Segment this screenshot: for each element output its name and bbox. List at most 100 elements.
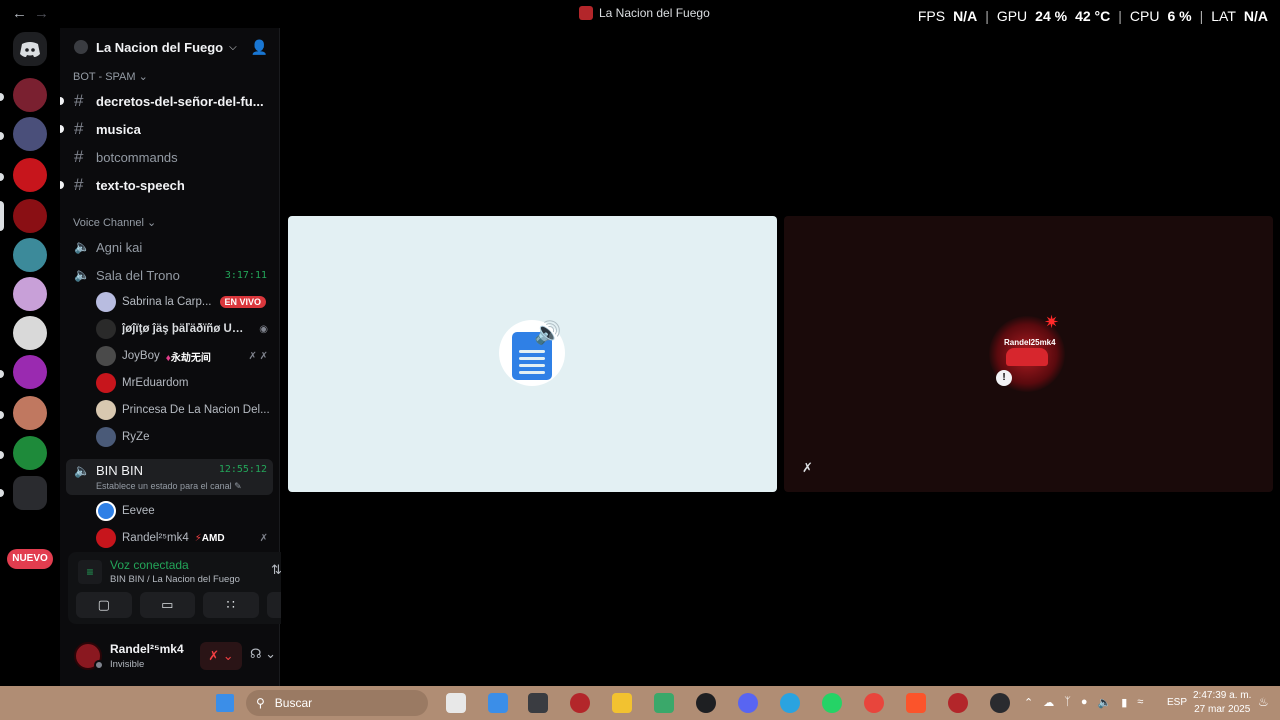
app-icon[interactable] [948,693,968,713]
folder-icon[interactable] [612,693,632,713]
channel-name: musica [96,121,141,137]
avatar [96,501,116,521]
chevron-down-icon: ⌵ [229,41,237,53]
user-tag-text: 永劫无间 [170,352,211,364]
lightning-icon: ⚡ [194,532,202,544]
forward-arrow-icon[interactable]: → [34,5,49,22]
whatsapp-icon[interactable] [822,693,842,713]
warning-icon: ! [996,370,1012,386]
cloud-icon[interactable]: ☁ [1043,696,1054,709]
back-arrow-icon[interactable]: ← [12,5,27,22]
user-tag: ♦永劫无间 [166,349,211,364]
headphones-icon[interactable]: ☊ ⌄ [250,646,276,662]
app-icon[interactable] [990,693,1010,713]
unread-pill [0,489,4,497]
server-icon[interactable] [13,117,47,151]
unread-pill [60,97,64,105]
app-icon[interactable] [570,693,590,713]
server-icon[interactable] [13,355,47,389]
server-settings-icon [74,40,88,54]
voice-channel-bin-bin[interactable]: 🔈 BIN BIN 12:55:12 Establece un estado p… [66,459,273,495]
hash-icon: # [74,147,84,166]
voice-status[interactable]: Voz conectada [110,558,189,572]
category-bot-spam[interactable]: BOT - SPAM ⌄ [73,70,148,83]
signal-icon[interactable]: ≡ [78,560,102,584]
wifi-icon[interactable]: ≈ [1137,696,1143,709]
app-icon[interactable] [654,693,674,713]
search-input[interactable]: ⚲ Buscar [246,690,428,716]
mic-muted-button[interactable]: ✗ ⌄ [200,642,242,670]
unread-pill [0,370,4,378]
channel-name: decretos-del-señor-del-fu... [96,93,264,109]
channel-decretos[interactable]: # decretos-del-señor-del-fu... [66,88,273,114]
fps-value: N/A [953,8,978,24]
telegram-icon[interactable] [780,693,800,713]
voice-user[interactable]: RyZe [96,425,274,449]
server-icon[interactable] [13,277,47,311]
overlay-separator: | [985,8,989,24]
camera-off-button[interactable]: ▢ [76,592,132,618]
perf-overlay: FPS N/A | GPU 24 % 42 °C | CPU 6 % | LAT… [918,8,1268,24]
bluetooth-icon[interactable]: ᛉ [1064,696,1071,709]
app-icon[interactable] [528,693,548,713]
channel-musica[interactable]: # musica [66,116,273,142]
channel-botcommands[interactable]: # botcommands [66,144,273,170]
channel-status[interactable]: Establece un estado para el canal ✎ [96,481,242,492]
invite-people-icon[interactable]: 👤 [251,39,268,56]
language-indicator[interactable]: ESP [1167,697,1187,708]
battery-icon[interactable]: ▮ [1121,696,1127,709]
voice-user[interactable]: Princesa De La Nacion Del... [96,398,274,422]
chrome-icon[interactable] [864,693,884,713]
avatar [96,319,116,339]
user-name[interactable]: Randel²⁵mk4 [110,642,184,656]
participant-tile-eevee[interactable]: 🔊 [288,216,777,492]
voice-user[interactable]: MrEduardom [96,371,274,395]
brave-icon[interactable] [906,693,926,713]
server-header[interactable]: La Nacion del Fuego ⌵ 👤 [60,28,280,66]
voice-channel-agni-kai[interactable]: 🔈 Agni kai [66,234,273,260]
volume-icon[interactable]: 🔈 [1097,696,1111,709]
voice-channel-sala-del-trono[interactable]: 🔈 Sala del Trono 3:17:11 [66,262,273,288]
participant-tile-randel[interactable]: Randel25mk4 ✷ ! ✗ [784,216,1273,492]
server-icon[interactable] [13,158,47,192]
voice-user[interactable]: Randel²⁵mk4 ⚡AMD ✗ [96,526,274,550]
window-title: La Nacion del Fuego [579,6,710,20]
category-voice[interactable]: Voice Channel ⌄ [73,216,156,229]
discord-home-icon[interactable] [13,32,47,66]
store-icon[interactable] [488,693,508,713]
server-icon[interactable] [13,396,47,430]
server-icon[interactable] [13,238,47,272]
task-view-icon[interactable] [446,693,466,713]
activities-button[interactable]: ∷ [203,592,259,618]
voice-channel-name: Sala del Trono [96,267,180,283]
avatar [96,292,116,312]
channel-text-to-speech[interactable]: # text-to-speech [66,172,273,198]
voice-user[interactable]: Eevee [96,499,274,523]
unread-pill [60,181,64,189]
discord-icon[interactable] [738,693,758,713]
new-badge[interactable]: NUEVO [7,549,53,569]
voice-user[interactable]: ĵøĵïţø ĵäş þäľäðïñø ÜŵÜľ ◉ [96,317,274,341]
server-icon[interactable] [13,436,47,470]
screen-share-button[interactable]: ▭ [139,592,195,618]
speaker-icon: 🔈 [74,267,91,282]
chevron-up-icon[interactable]: ⌃ [1024,696,1033,709]
notification-bell-icon[interactable]: ♨ [1258,695,1269,709]
start-icon[interactable] [216,694,234,712]
mic-icon[interactable]: ● [1081,696,1088,709]
media-player-icon[interactable] [696,693,716,713]
voice-location[interactable]: BIN BIN / La Nacion del Fuego [110,574,240,585]
server-icon[interactable] [13,199,47,233]
cpu-label: CPU [1129,8,1160,24]
clock[interactable]: 2:47:39 a. m. 27 mar 2025 [1193,689,1251,717]
search-placeholder: Buscar [274,696,313,710]
hash-icon: # [74,91,84,110]
server-folder-icon[interactable] [13,476,47,510]
server-icon[interactable] [13,78,47,112]
voice-user[interactable]: Sabrina la Carp... EN VIVO [96,290,274,314]
voice-user[interactable]: JoyBoy ♦永劫无间 ✗ ✗ [96,344,274,368]
taskbar: ⚲ Buscar ⌃ ☁ ᛉ ● 🔈 ▮ ≈ ESP 2:47:39 a. m.… [0,686,1280,720]
voice-user-name: MrEduardom [122,377,189,389]
server-icon[interactable] [13,316,47,350]
user-status: Invisible [110,659,145,670]
